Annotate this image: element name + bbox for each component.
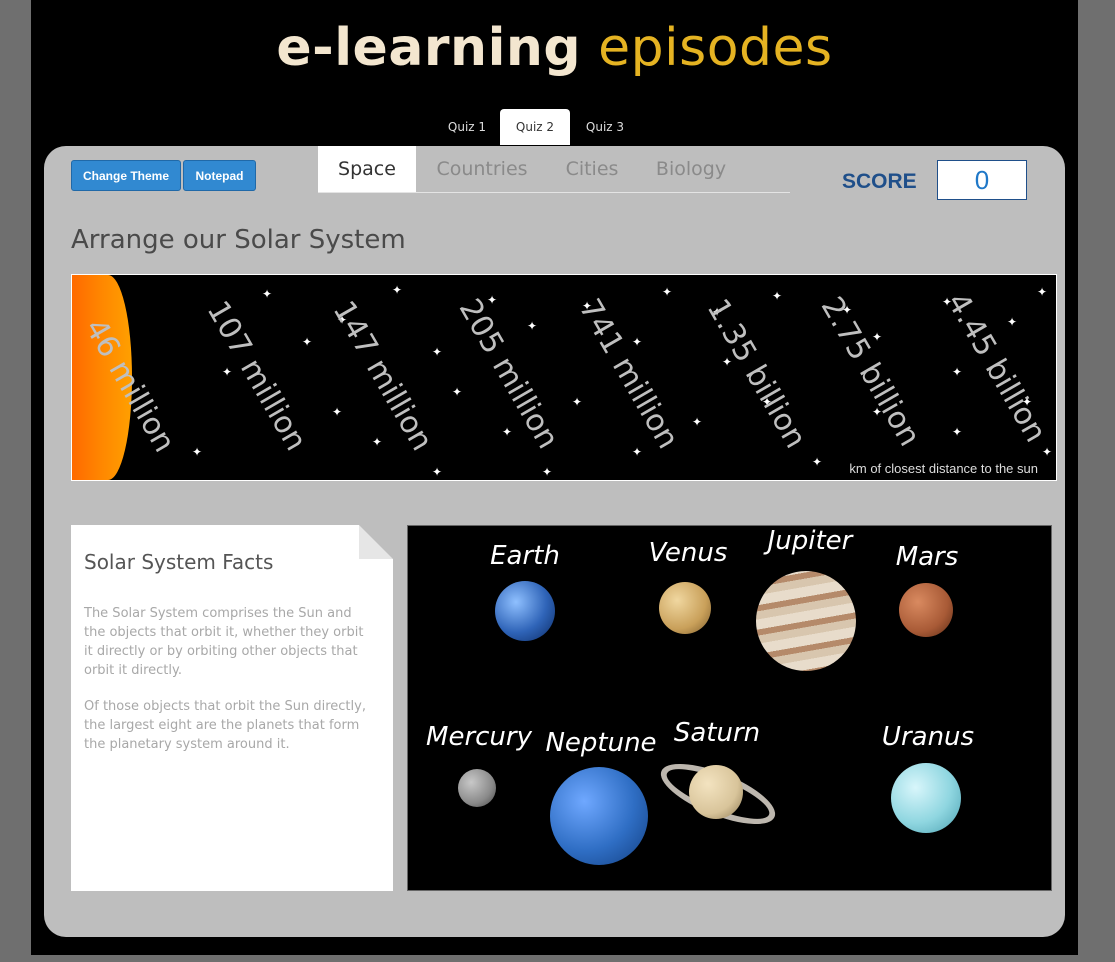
distance-label: 1.35 billion (699, 293, 814, 455)
star-icon: ✦ (527, 319, 538, 333)
star-icon: ✦ (1042, 445, 1053, 459)
tab-quiz-2[interactable]: Quiz 2 (500, 109, 570, 145)
star-icon: ✦ (302, 335, 313, 349)
logo-part2: episodes (598, 18, 833, 78)
distance-label: 107 million (199, 295, 314, 457)
planet-label: Mercury (426, 722, 532, 752)
star-icon: ✦ (392, 283, 403, 297)
tab-biology[interactable]: Biology (636, 146, 746, 192)
star-icon: ✦ (432, 465, 443, 479)
distance-label: 741 million (571, 293, 686, 455)
star-icon: ✦ (952, 365, 963, 379)
score-value: 0 (937, 160, 1027, 200)
timeline-caption: km of closest distance to the sun (849, 461, 1038, 476)
star-icon: ✦ (572, 395, 583, 409)
star-icon: ✦ (432, 345, 443, 359)
tab-space[interactable]: Space (318, 146, 416, 192)
distance-label: 2.75 billion (813, 291, 928, 453)
star-icon: ✦ (372, 435, 383, 449)
topic-tabs: Space Countries Cities Biology (318, 146, 790, 193)
star-icon: ✦ (452, 385, 463, 399)
planet-label: Venus (648, 538, 728, 568)
facts-paragraph: Of those objects that orbit the Sun dire… (84, 699, 366, 752)
star-icon: ✦ (772, 289, 783, 303)
saturn-image (689, 765, 743, 819)
star-icon: ✦ (1007, 315, 1018, 329)
star-icon: ✦ (812, 455, 823, 469)
quiz-panel: Change Theme Notepad Space Countries Cit… (44, 146, 1065, 937)
star-icon: ✦ (1037, 285, 1048, 299)
distance-timeline: ✦ ✦ ✦ ✦ ✦ ✦ ✦ ✦ ✦ ✦ ✦ ✦ ✦ ✦ ✦ ✦ ✦ ✦ ✦ ✦ ✦ ✦ ✦ ✦ ✦ ✦ ✦ ✦ ✦ ✦ ✦ ✦ ✦ ✦ ✦ ✦ 46 … (71, 274, 1057, 481)
star-icon: ✦ (262, 287, 273, 301)
venus-image (659, 582, 711, 634)
facts-paragraph: The Solar System comprises the Sun and t… (84, 606, 364, 678)
mercury-image (458, 769, 496, 807)
neptune-image (550, 767, 648, 865)
page-fold-icon (359, 525, 393, 559)
app-stage: e-learning episodes Quiz 1 Quiz 2 Quiz 3… (31, 0, 1078, 955)
quiz-tabs: Quiz 1 Quiz 2 Quiz 3 (434, 109, 711, 147)
planet-tray: Earth Venus Jupiter Mars Mercury Neptune (407, 525, 1052, 891)
logo-part1: e-learning (276, 18, 582, 78)
star-icon: ✦ (192, 445, 203, 459)
planet-label: Jupiter (767, 526, 853, 556)
star-icon: ✦ (332, 405, 343, 419)
mars-image (899, 583, 953, 637)
planet-label: Mars (895, 542, 959, 572)
tab-quiz-3[interactable]: Quiz 3 (570, 109, 640, 145)
change-theme-button[interactable]: Change Theme (71, 160, 181, 191)
planet-label: Neptune (545, 728, 657, 758)
tab-quiz-1[interactable]: Quiz 1 (434, 109, 500, 145)
logo: e-learning episodes (31, 18, 1078, 78)
uranus-image (891, 763, 961, 833)
tab-countries[interactable]: Countries (416, 146, 548, 192)
facts-title: Solar System Facts (84, 550, 274, 574)
distance-label: 147 million (325, 295, 440, 457)
planet-label: Uranus (881, 722, 975, 752)
score-label: SCORE (842, 170, 917, 193)
notepad-button[interactable]: Notepad (183, 160, 256, 191)
planet-label: Saturn (673, 718, 761, 748)
earth-image (495, 581, 555, 641)
star-icon: ✦ (952, 425, 963, 439)
facts-notepad: Solar System Facts The Solar System comp… (71, 525, 393, 891)
star-icon: ✦ (662, 285, 673, 299)
jupiter-image (756, 571, 856, 671)
star-icon: ✦ (502, 425, 513, 439)
tab-cities[interactable]: Cities (548, 146, 636, 192)
star-icon: ✦ (632, 445, 643, 459)
star-icon: ✦ (692, 415, 703, 429)
page-title: Arrange our Solar System (71, 225, 406, 255)
star-icon: ✦ (542, 465, 553, 479)
planet-label: Earth (490, 541, 560, 571)
